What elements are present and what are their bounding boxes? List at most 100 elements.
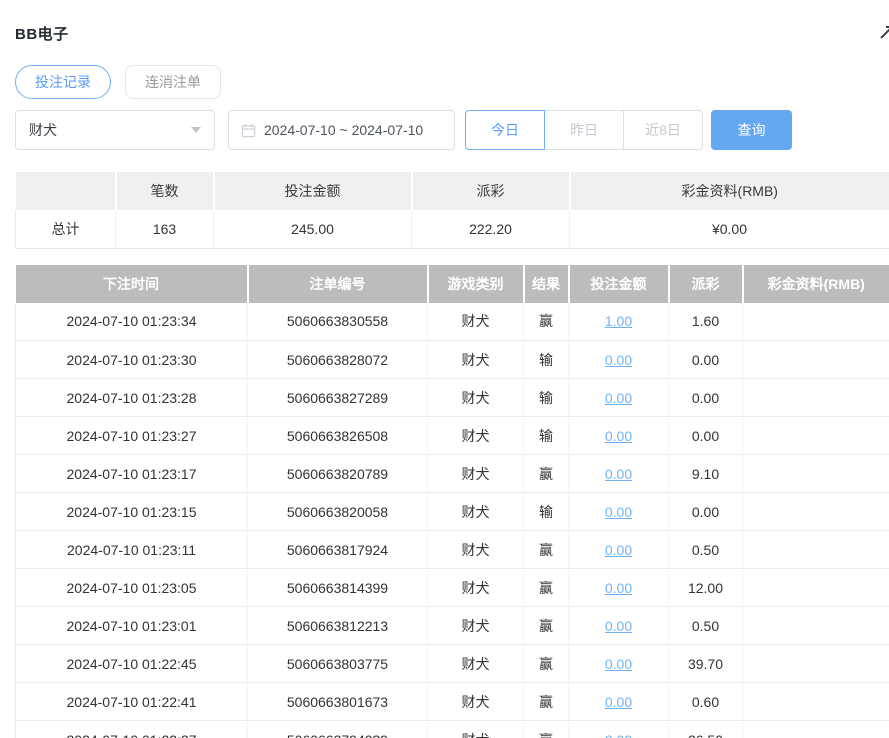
last-8-days-button[interactable]: 近8日 — [623, 110, 703, 150]
bet-amount-link[interactable]: 0.00 — [605, 352, 632, 368]
bet-result: 赢 — [524, 607, 569, 645]
bet-amount-link[interactable]: 0.00 — [605, 504, 632, 520]
bet-amount-cell: 0.00 — [569, 379, 669, 417]
calendar-icon — [241, 123, 256, 138]
summary-header-count: 笔数 — [116, 172, 214, 210]
bet-amount-cell: 0.00 — [569, 531, 669, 569]
tab-bet-records[interactable]: 投注记录 — [15, 65, 111, 99]
bonus-value — [743, 493, 889, 531]
table-row: 2024-07-10 01:23:34 5060663830558 财犬 赢 1… — [16, 303, 889, 341]
bonus-value — [743, 683, 889, 721]
table-row: 2024-07-10 01:23:30 5060663828072 财犬 输 0… — [16, 341, 889, 379]
bet-amount-cell: 1.00 — [569, 303, 669, 341]
header-bet-time: 下注时间 — [16, 265, 248, 303]
bet-result: 输 — [524, 417, 569, 455]
bet-amount-cell: 0.00 — [569, 417, 669, 455]
bet-time: 2024-07-10 01:23:17 — [16, 455, 248, 493]
bet-time: 2024-07-10 01:23:28 — [16, 379, 248, 417]
summary-header-empty — [16, 172, 116, 210]
summary-header-row: 笔数 投注金额 派彩 彩金资料(RMB) — [16, 172, 889, 210]
bet-time: 2024-07-10 01:23:05 — [16, 569, 248, 607]
table-row: 2024-07-10 01:23:05 5060663814399 财犬 赢 0… — [16, 569, 889, 607]
order-id: 5060663794029 — [248, 721, 428, 738]
game-type: 财犬 — [428, 417, 524, 455]
bet-amount-cell: 0.00 — [569, 645, 669, 683]
bet-time: 2024-07-10 01:22:27 — [16, 721, 248, 738]
order-id: 5060663820058 — [248, 493, 428, 531]
bet-table-body: 2024-07-10 01:23:34 5060663830558 财犬 赢 1… — [16, 303, 889, 738]
bet-amount-link[interactable]: 0.00 — [605, 580, 632, 596]
bet-amount-cell: 0.00 — [569, 683, 669, 721]
payout-value: 0.00 — [669, 417, 743, 455]
bet-result: 赢 — [524, 531, 569, 569]
order-id: 5060663817924 — [248, 531, 428, 569]
bet-time: 2024-07-10 01:22:41 — [16, 683, 248, 721]
bet-records-panel: BB电子 投注记录 连消注单 财犬 2024-07-10 ~ 2024-07-1… — [0, 0, 889, 738]
order-id: 5060663814399 — [248, 569, 428, 607]
game-type: 财犬 — [428, 531, 524, 569]
bonus-value — [743, 645, 889, 683]
order-id: 5060663828072 — [248, 341, 428, 379]
table-row: 2024-07-10 01:23:15 5060663820058 财犬 输 0… — [16, 493, 889, 531]
payout-value: 0.50 — [669, 531, 743, 569]
bonus-value — [743, 379, 889, 417]
game-select-value: 财犬 — [29, 120, 57, 140]
payout-value: 1.60 — [669, 303, 743, 341]
bet-amount-cell: 0.00 — [569, 455, 669, 493]
bet-amount-link[interactable]: 0.00 — [605, 466, 632, 482]
header-payout: 派彩 — [669, 265, 743, 303]
tab-cancelled-orders[interactable]: 连消注单 — [125, 65, 221, 99]
order-id: 5060663803775 — [248, 645, 428, 683]
summary-total-label: 总计 — [16, 210, 116, 248]
bet-result: 赢 — [524, 645, 569, 683]
bet-amount-link[interactable]: 1.00 — [605, 313, 632, 329]
game-type: 财犬 — [428, 645, 524, 683]
summary-total-bet-amount: 245.00 — [214, 210, 412, 248]
table-row: 2024-07-10 01:23:01 5060663812213 财犬 赢 0… — [16, 607, 889, 645]
payout-value: 0.00 — [669, 493, 743, 531]
bet-amount-cell: 0.00 — [569, 493, 669, 531]
table-row: 2024-07-10 01:23:17 5060663820789 财犬 赢 0… — [16, 455, 889, 493]
bet-amount-link[interactable]: 0.00 — [605, 390, 632, 406]
bet-amount-link[interactable]: 0.00 — [605, 694, 632, 710]
summary-total-row: 总计 163 245.00 222.20 ¥0.00 — [16, 210, 889, 248]
date-range-input[interactable]: 2024-07-10 ~ 2024-07-10 — [228, 110, 455, 150]
bet-amount-link[interactable]: 0.00 — [605, 428, 632, 444]
bonus-value — [743, 455, 889, 493]
summary-header-bet-amount: 投注金额 — [214, 172, 412, 210]
bet-result: 赢 — [524, 455, 569, 493]
bet-result: 赢 — [524, 721, 569, 738]
payout-value: 9.10 — [669, 455, 743, 493]
bet-time: 2024-07-10 01:22:45 — [16, 645, 248, 683]
game-type: 财犬 — [428, 341, 524, 379]
panel-header: BB电子 — [15, 0, 889, 44]
table-row: 2024-07-10 01:22:27 5060663794029 财犬 赢 0… — [16, 721, 889, 738]
payout-value: 0.00 — [669, 341, 743, 379]
table-row: 2024-07-10 01:22:41 5060663801673 财犬 赢 0… — [16, 683, 889, 721]
payout-value: 36.50 — [669, 721, 743, 738]
summary-header-payout: 派彩 — [412, 172, 570, 210]
corner-arrow-icon[interactable] — [879, 24, 889, 40]
table-row: 2024-07-10 01:23:28 5060663827289 财犬 输 0… — [16, 379, 889, 417]
order-id: 5060663820789 — [248, 455, 428, 493]
game-type: 财犬 — [428, 569, 524, 607]
header-bonus: 彩金资料(RMB) — [743, 265, 889, 303]
summary-table: 笔数 投注金额 派彩 彩金资料(RMB) 总计 163 245.00 222.2… — [15, 172, 889, 249]
search-button[interactable]: 查询 — [711, 110, 792, 150]
order-id: 5060663827289 — [248, 379, 428, 417]
bet-amount-link[interactable]: 0.00 — [605, 656, 632, 672]
bet-table-header-row: 下注时间 注单编号 游戏类别 结果 投注金额 派彩 彩金资料(RMB) — [16, 265, 889, 303]
yesterday-button[interactable]: 昨日 — [544, 110, 624, 150]
bet-result: 赢 — [524, 683, 569, 721]
order-id: 5060663812213 — [248, 607, 428, 645]
bet-amount-link[interactable]: 0.00 — [605, 618, 632, 634]
bonus-value — [743, 569, 889, 607]
table-row: 2024-07-10 01:23:11 5060663817924 财犬 赢 0… — [16, 531, 889, 569]
today-button[interactable]: 今日 — [465, 110, 545, 150]
game-select[interactable]: 财犬 — [15, 110, 215, 150]
payout-value: 0.50 — [669, 607, 743, 645]
game-type: 财犬 — [428, 607, 524, 645]
bet-amount-link[interactable]: 0.00 — [605, 732, 632, 738]
bet-amount-link[interactable]: 0.00 — [605, 542, 632, 558]
bonus-value — [743, 303, 889, 341]
